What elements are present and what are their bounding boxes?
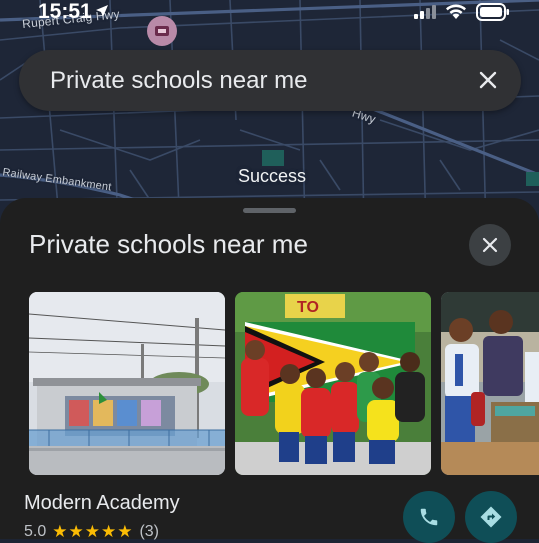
cellular-signal-icon	[414, 5, 436, 19]
directions-icon	[480, 506, 502, 528]
photo-carousel[interactable]: TO	[29, 292, 539, 475]
map-place-label[interactable]: Success	[238, 166, 306, 187]
status-time: 15:51	[38, 0, 92, 23]
search-bar[interactable]: Private schools near me	[19, 50, 521, 111]
review-count: (3)	[139, 523, 160, 540]
phone-icon	[420, 508, 438, 526]
students-group-photo: TO	[235, 292, 431, 475]
location-arrow-icon	[96, 5, 108, 17]
photo-sign-text: TO	[297, 299, 319, 316]
sheet-close-button[interactable]	[469, 224, 511, 266]
place-photo[interactable]: TO	[235, 292, 431, 475]
rating-value: 5.0	[24, 523, 47, 540]
battery-icon	[476, 3, 509, 21]
map-view[interactable]: Rupert Craig Hwy Hwy Railway Embankment …	[0, 0, 539, 230]
search-clear-button[interactable]	[473, 65, 503, 95]
place-name[interactable]: Modern Academy	[24, 492, 180, 515]
wifi-icon	[446, 4, 466, 19]
close-icon	[479, 71, 497, 89]
sheet-title: Private schools near me	[29, 229, 308, 259]
classroom-photo	[441, 292, 539, 475]
rating-row: 5.0 ★★★★★ (3)	[24, 522, 159, 542]
status-bar: 15:51	[0, 0, 539, 26]
directions-button[interactable]	[465, 491, 517, 543]
place-photo[interactable]	[441, 292, 539, 475]
call-button[interactable]	[403, 491, 455, 543]
rating-stars: ★★★★★	[52, 522, 134, 541]
drag-handle[interactable]	[243, 208, 296, 213]
close-icon	[482, 237, 498, 253]
results-sheet[interactable]: Private schools near me TO Modern Academ…	[0, 198, 539, 543]
map-streets	[0, 0, 539, 230]
place-photo[interactable]	[29, 292, 225, 475]
search-query[interactable]: Private schools near me	[50, 67, 307, 95]
school-building-photo	[29, 292, 225, 475]
